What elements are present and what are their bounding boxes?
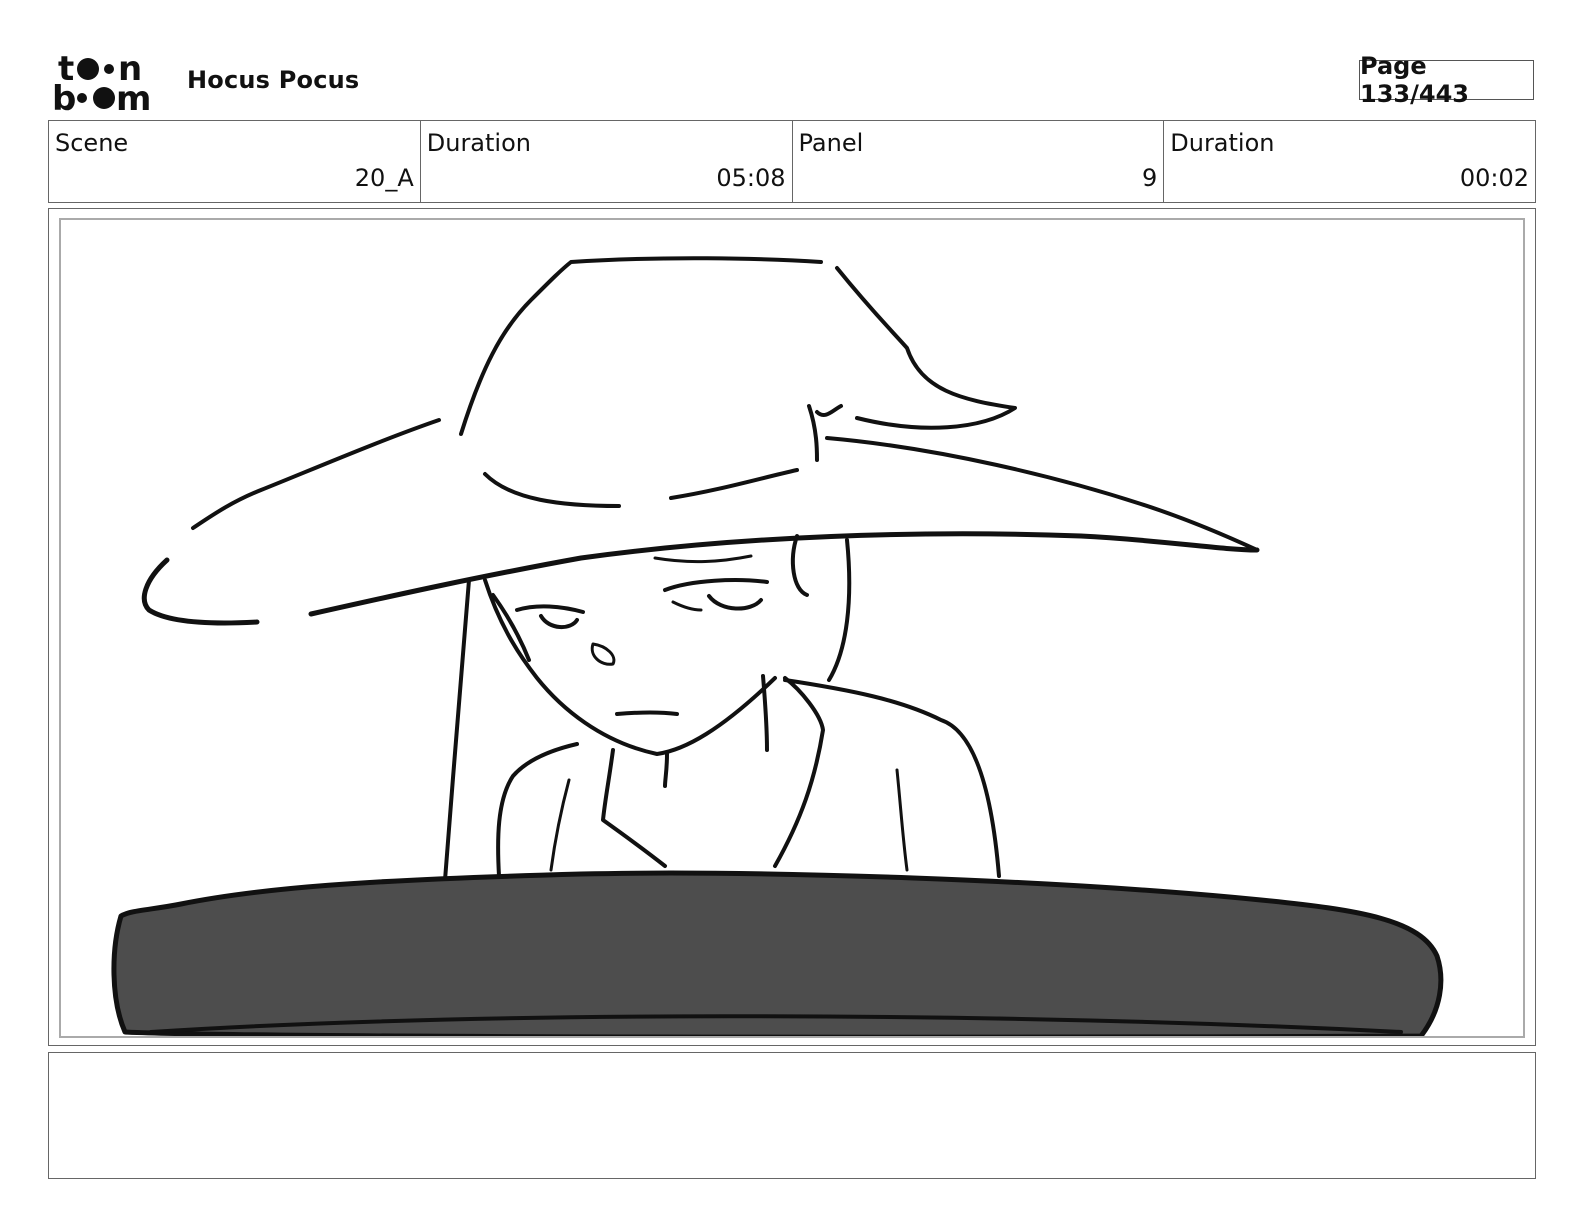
right-shoulder <box>783 678 1001 878</box>
toon-boom-logo: t n b m <box>52 49 164 119</box>
left-eye <box>539 614 579 629</box>
right-eye-lid <box>663 578 769 592</box>
scene-duration-value: 05:08 <box>716 164 786 192</box>
hat-crown-left <box>459 256 823 436</box>
hair-right-strand <box>827 538 852 682</box>
panel-notes-box[interactable] <box>48 1052 1536 1179</box>
svg-text:b: b <box>52 79 76 112</box>
brow-line <box>653 554 753 564</box>
cushion <box>111 870 1444 1036</box>
project-title: Hocus Pocus <box>187 66 360 94</box>
hat-crown-fold <box>807 404 819 462</box>
panel-image <box>59 218 1525 1038</box>
toon-boom-logo-icon: t n b m <box>52 49 151 119</box>
hat-crown-notch <box>815 404 843 417</box>
scene-duration-cell: Duration 05:08 <box>421 121 793 202</box>
panel-cell: Panel 9 <box>793 121 1165 202</box>
panel-duration-label: Duration <box>1170 129 1275 157</box>
face-side <box>491 593 531 662</box>
svg-text:m: m <box>116 79 151 112</box>
left-arm-line <box>549 778 571 872</box>
neck-line <box>663 752 669 788</box>
scene-duration-label: Duration <box>426 129 531 157</box>
right-eye <box>707 594 763 611</box>
hat-crown-right <box>835 266 1017 430</box>
hat-band-right <box>669 468 799 500</box>
mouth <box>615 710 679 716</box>
panel-info-table: Scene 20_A Duration 05:08 Panel 9 Durati… <box>48 120 1536 203</box>
hat-band-left <box>483 472 621 508</box>
scene-value: 20_A <box>354 164 414 192</box>
panel-duration-value: 00:02 <box>1459 164 1529 192</box>
panel-frame <box>48 208 1536 1046</box>
panel-label: Panel <box>798 129 864 157</box>
hat-brim-tip-left <box>141 557 260 626</box>
left-eye-lid <box>515 604 585 614</box>
scene-label: Scene <box>55 129 129 157</box>
panel-value: 9 <box>1141 164 1158 192</box>
scene-cell: Scene 20_A <box>49 121 421 202</box>
left-shoulder <box>496 742 579 878</box>
collar-right <box>773 676 825 868</box>
hair-left-strand <box>443 578 471 882</box>
panel-duration-cell: Duration 00:02 <box>1164 121 1535 202</box>
cheek-line <box>671 600 703 612</box>
right-arm-line <box>895 768 909 872</box>
page-indicator: Page 133/443 <box>1359 52 1534 108</box>
ear <box>790 534 809 597</box>
hat-brim-back-left <box>191 418 441 530</box>
collar-left <box>601 748 667 868</box>
hat-brim-front <box>308 531 1260 617</box>
storyboard-sketch <box>111 256 1444 1036</box>
nose <box>590 642 616 666</box>
